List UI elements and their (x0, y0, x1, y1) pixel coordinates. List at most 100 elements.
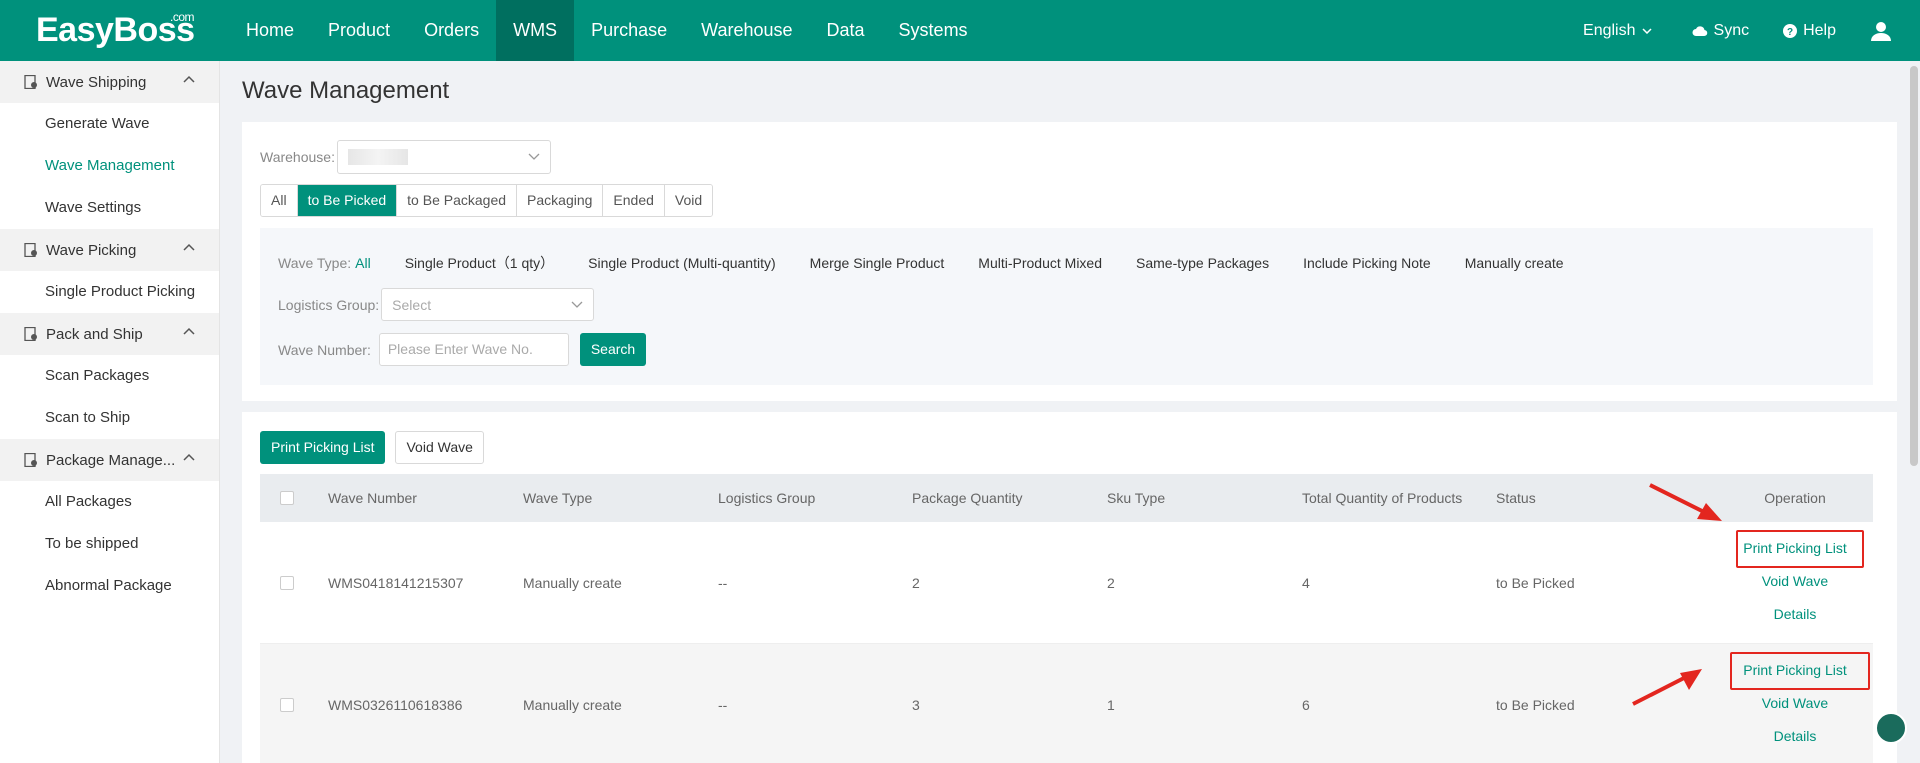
sidebar-item-scan-to-ship[interactable]: Scan to Ship (0, 397, 219, 439)
sync-label: Sync (1713, 21, 1750, 39)
print-picking-list-button[interactable]: Print Picking List (260, 431, 386, 464)
wave-type-cell: Manually create (523, 696, 622, 713)
tab-ended[interactable]: Ended (603, 185, 665, 216)
nav-systems[interactable]: Systems (882, 0, 985, 61)
row-checkbox[interactable] (280, 575, 294, 590)
nav-data[interactable]: Data (810, 0, 882, 61)
sidebar-item-all-packages[interactable]: All Packages (0, 481, 219, 523)
svg-text:?: ? (1787, 27, 1793, 38)
nav-warehouse[interactable]: Warehouse (684, 0, 809, 61)
details-link[interactable]: Details (1720, 606, 1870, 622)
main-nav: Home Product Orders WMS Purchase Warehou… (229, 0, 985, 61)
sidebar-item-wave-management[interactable]: Wave Management (0, 145, 219, 187)
sidebar-group-package-management[interactable]: Package Manage... (0, 439, 219, 481)
logistics-group-cell: -- (718, 574, 728, 591)
tab-all[interactable]: All (261, 185, 298, 216)
wave-type-option[interactable]: All (355, 255, 371, 271)
sidebar-group-label: Wave Picking (46, 241, 137, 259)
sidebar-item-single-product-picking[interactable]: Single Product Picking (0, 271, 219, 313)
table-row: WMS0326110618386 Manually create -- 3 1 … (260, 644, 1873, 763)
user-icon (1871, 21, 1891, 41)
sidebar-item-scan-packages[interactable]: Scan Packages (0, 355, 219, 397)
language-label: English (1583, 21, 1636, 39)
sync-button[interactable]: Sync (1692, 21, 1750, 40)
void-wave-link[interactable]: Void Wave (1720, 695, 1870, 711)
wave-type-label: Wave Type: (278, 255, 352, 271)
wave-type-option[interactable]: Same-type Packages (1136, 255, 1269, 271)
wave-type-option[interactable]: Single Product (Multi-quantity) (588, 255, 776, 271)
nav-orders[interactable]: Orders (407, 0, 496, 61)
wave-number-input[interactable]: Please Enter Wave No. (378, 333, 569, 366)
wave-number-row: Wave Number: Please Enter Wave No. Searc… (278, 333, 647, 366)
sidebar-group-pack-and-ship[interactable]: Pack and Ship (0, 313, 219, 355)
chevron-up-icon (183, 243, 195, 251)
operation-cell: Print Picking List Void Wave Details (1720, 644, 1870, 763)
tab-packaging[interactable]: Packaging (517, 185, 604, 216)
void-wave-link[interactable]: Void Wave (1720, 573, 1870, 589)
sidebar-group-wave-shipping[interactable]: Wave Shipping (0, 61, 219, 103)
row-checkbox[interactable] (280, 697, 294, 712)
sidebar: Wave Shipping Generate Wave Wave Managem… (0, 61, 220, 763)
logistics-group-row: Logistics Group: Select (278, 288, 595, 321)
help-button[interactable]: ? Help (1783, 22, 1836, 40)
help-label: Help (1803, 21, 1836, 39)
sidebar-item-abnormal-package[interactable]: Abnormal Package (0, 565, 219, 607)
status-cell: to Be Picked (1496, 574, 1575, 591)
logistics-group-cell: -- (718, 696, 728, 713)
tab-to-be-picked[interactable]: to Be Picked (297, 185, 398, 216)
sidebar-group-wave-picking[interactable]: Wave Picking (0, 229, 219, 271)
language-selector[interactable]: English (1583, 22, 1657, 40)
tab-to-be-packaged[interactable]: to Be Packaged (397, 185, 518, 216)
filter-card: Warehouse: All to Be Picked to Be Packag… (242, 122, 1897, 401)
print-picking-list-link[interactable]: Print Picking List (1720, 662, 1870, 678)
support-avatar[interactable] (1875, 712, 1907, 744)
wave-type-cell: Manually create (523, 574, 622, 591)
wave-number-label: Wave Number: (278, 341, 371, 358)
search-button[interactable]: Search (579, 333, 647, 366)
page-title: Wave Management (242, 77, 450, 104)
total-quantity-cell: 6 (1302, 696, 1310, 713)
sidebar-item-to-be-shipped[interactable]: To be shipped (0, 523, 219, 565)
column-header: Wave Number (328, 490, 417, 506)
page-scrollbar[interactable] (1910, 66, 1918, 466)
wave-type-option[interactable]: Merge Single Product (810, 255, 945, 271)
logistics-group-label: Logistics Group: (278, 296, 380, 313)
chevron-up-icon (183, 453, 195, 461)
wave-type-row: Wave Type: All Single Product（1 qty） Sin… (278, 253, 1598, 273)
nav-product[interactable]: Product (311, 0, 407, 61)
nav-home[interactable]: Home (229, 0, 311, 61)
wave-type-option[interactable]: Multi-Product Mixed (978, 255, 1102, 271)
status-tabs: All to Be Picked to Be Packaged Packagin… (260, 184, 714, 217)
wave-type-option[interactable]: Single Product（1 qty） (405, 253, 554, 273)
sidebar-item-generate-wave[interactable]: Generate Wave (0, 103, 219, 145)
nav-wms[interactable]: WMS (496, 0, 575, 61)
wave-type-option[interactable]: Manually create (1465, 255, 1564, 271)
wave-number-cell: WMS0326110618386 (328, 696, 463, 713)
column-header: Total Quantity of Products (1302, 490, 1463, 506)
column-header: Logistics Group (718, 490, 816, 506)
document-gear-icon (24, 327, 37, 341)
help-icon: ? (1783, 23, 1798, 38)
tab-void[interactable]: Void (664, 185, 713, 216)
select-all-checkbox[interactable] (280, 491, 294, 505)
logistics-group-select[interactable]: Select (381, 288, 595, 321)
warehouse-value-redacted (347, 149, 408, 165)
chevron-up-icon (183, 327, 195, 335)
details-link[interactable]: Details (1720, 728, 1870, 744)
chevron-down-icon (1641, 27, 1652, 34)
column-header: Package Quantity (912, 490, 1023, 506)
logo[interactable]: EasyBoss .com (36, 10, 195, 50)
void-wave-button[interactable]: Void Wave (395, 431, 484, 464)
cloud-icon (1692, 25, 1707, 36)
user-avatar[interactable] (1870, 20, 1898, 42)
package-quantity-cell: 2 (912, 574, 920, 591)
nav-purchase[interactable]: Purchase (574, 0, 684, 61)
warehouse-select[interactable] (336, 140, 551, 174)
wave-type-option[interactable]: Include Picking Note (1303, 255, 1431, 271)
print-picking-list-link[interactable]: Print Picking List (1720, 540, 1870, 556)
column-header: Wave Type (523, 490, 593, 506)
sku-type-cell: 2 (1107, 574, 1115, 591)
table-row: WMS0418141215307 Manually create -- 2 2 … (260, 522, 1873, 644)
bulk-actions: Print Picking List Void Wave (260, 431, 484, 464)
sidebar-item-wave-settings[interactable]: Wave Settings (0, 187, 219, 229)
